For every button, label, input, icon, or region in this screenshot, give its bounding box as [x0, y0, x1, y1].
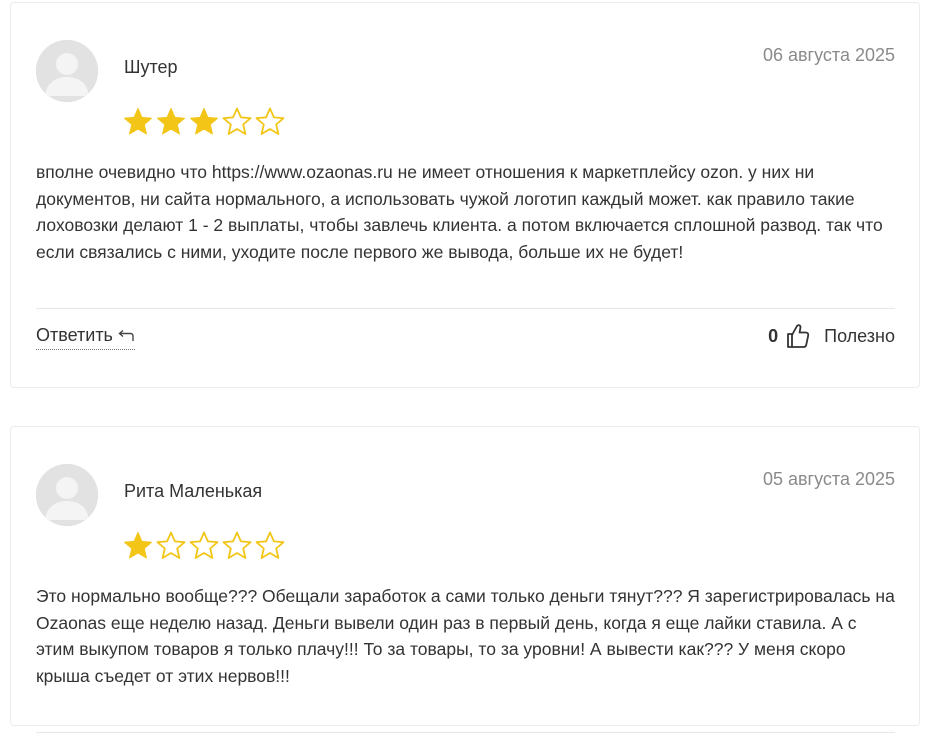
star-filled-icon	[124, 532, 152, 559]
star-filled-icon	[190, 108, 218, 135]
star-empty-icon	[255, 531, 285, 559]
star-empty-icon	[255, 107, 285, 135]
star-empty-icon	[156, 531, 186, 559]
user-avatar-icon	[36, 464, 98, 526]
helpful-button[interactable]: Полезно	[824, 326, 895, 347]
star-empty-icon	[189, 531, 219, 559]
reply-button[interactable]: Ответить	[36, 325, 135, 350]
reply-arrow-icon	[118, 329, 134, 341]
helpful-count: 0	[768, 325, 779, 346]
helpful-vote: 0 Полезно	[768, 323, 895, 349]
review-author: Рита Маленькая	[124, 481, 263, 501]
star-empty-icon	[222, 531, 252, 559]
review-text: вполне очевидно что https://www.ozaonas.…	[36, 162, 883, 262]
review-author: Шутер	[124, 57, 178, 77]
review-text: Это нормально вообще??? Обещали заработо…	[36, 586, 895, 686]
reply-label: Ответить	[36, 325, 113, 345]
thumbs-up-icon[interactable]	[786, 323, 810, 349]
star-rating	[122, 106, 286, 138]
star-filled-icon	[124, 108, 152, 135]
divider	[36, 308, 895, 309]
review-date: 05 августа 2025	[762, 469, 895, 489]
star-empty-icon	[222, 107, 252, 135]
review-card: Шутер 06 августа 2025 вполне очевидно чт…	[10, 2, 920, 388]
review-date: 06 августа 2025	[762, 45, 895, 65]
star-rating	[122, 530, 286, 562]
review-card: Рита Маленькая 05 августа 2025 Это норма…	[10, 426, 920, 733]
user-avatar-icon	[36, 40, 98, 102]
star-filled-icon	[157, 108, 185, 135]
